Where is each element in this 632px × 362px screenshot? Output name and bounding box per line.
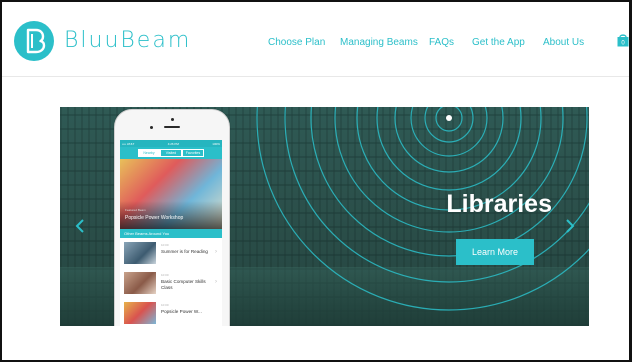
hero-title: Libraries <box>446 190 552 218</box>
list-item[interactable]: 10:00 Popsicle Power W... <box>120 298 222 326</box>
chevron-right-icon[interactable] <box>565 219 575 233</box>
list-thumb <box>124 272 156 294</box>
list-title: Basic Computer Skills Class <box>161 279 206 290</box>
nav-choose-plan[interactable]: Choose Plan <box>268 37 325 48</box>
phone-tab-favorites[interactable]: Favorites <box>182 149 204 157</box>
carousel-dots <box>300 323 358 326</box>
list-meta: 10:00 <box>161 273 169 277</box>
status-battery: 100% <box>212 141 220 146</box>
featured-beam-card[interactable]: Featured Beam Popsicle Power Workshop <box>120 159 222 229</box>
chevron-right-icon: › <box>215 279 217 285</box>
hero-carousel: •••• AT&T 4:26 PM 100% Nearby Visited Fa… <box>60 107 589 326</box>
list-title: Popsicle Power W... <box>161 309 202 314</box>
nav-faqs[interactable]: FAQs <box>429 37 454 48</box>
learn-more-button[interactable]: Learn More <box>456 239 534 265</box>
list-meta: 10:00 <box>161 243 169 247</box>
cart-icon[interactable]: 0 <box>617 33 629 47</box>
phone-tab-visited[interactable]: Visited <box>160 149 182 157</box>
beacon-dot-icon <box>446 115 452 121</box>
phone-screen: •••• AT&T 4:26 PM 100% Nearby Visited Fa… <box>120 140 222 326</box>
list-item[interactable]: 10:00 Basic Computer Skills Class › <box>120 268 222 299</box>
chevron-right-icon: › <box>215 249 217 255</box>
chevron-left-icon[interactable] <box>75 219 85 233</box>
list-item[interactable]: 10:00 Summer is for Reading › <box>120 238 222 269</box>
status-carrier: •••• AT&T <box>122 141 135 146</box>
featured-title: Popsicle Power Workshop <box>125 215 184 221</box>
nav-about-us[interactable]: About Us <box>543 37 584 48</box>
phone-speaker-icon <box>164 126 180 128</box>
logo-icon[interactable] <box>14 21 54 61</box>
featured-tag: Featured Beam <box>125 208 146 212</box>
status-time: 4:26 PM <box>167 141 179 146</box>
list-thumb <box>124 302 156 324</box>
site-header: BluuBeam Choose Plan Managing Beams FAQs… <box>2 2 629 77</box>
phone-status-bar: •••• AT&T 4:26 PM 100% <box>120 140 222 147</box>
phone-sensor-icon <box>150 126 153 129</box>
list-thumb <box>124 242 156 264</box>
phone-camera-icon <box>171 118 174 121</box>
brand-name[interactable]: BluuBeam <box>64 28 191 53</box>
phone-tab-nearby[interactable]: Nearby <box>138 149 160 157</box>
nav-get-the-app[interactable]: Get the App <box>472 37 525 48</box>
phone-tabs: Nearby Visited Favorites <box>120 147 222 159</box>
nav-managing-beams[interactable]: Managing Beams <box>340 37 418 48</box>
section-header: Other Beams Around You <box>120 229 222 238</box>
phone-mockup: •••• AT&T 4:26 PM 100% Nearby Visited Fa… <box>114 109 230 326</box>
list-title: Summer is for Reading <box>161 249 208 254</box>
list-meta: 10:00 <box>161 303 169 307</box>
